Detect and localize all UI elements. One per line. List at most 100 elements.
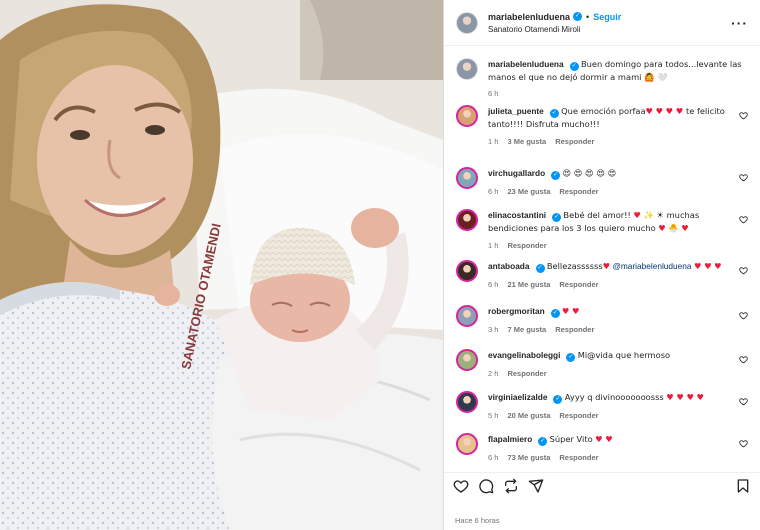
post-location[interactable]: Sanatorio Otamendi Miroli: [488, 25, 731, 34]
commenter-avatar[interactable]: [456, 105, 478, 127]
comment-meta: 5 h 20 Me gusta Responder: [488, 410, 730, 422]
comments-list[interactable]: mariabelenluduena ✓ Buen domingo para tod…: [444, 47, 760, 472]
comment-time: 6 h: [488, 453, 499, 462]
verified-badge-icon: ✓: [573, 12, 583, 21]
commenter-username[interactable]: elinacostantini: [488, 210, 546, 220]
comment-likes[interactable]: 21 Me gusta: [507, 279, 550, 291]
comment-likes[interactable]: 3 Me gusta: [507, 136, 546, 148]
posted-time: Hace 6 horas: [455, 516, 500, 525]
verified-badge-icon: ✓: [551, 171, 561, 180]
comment-time: 5 h: [488, 411, 499, 420]
commenter-username[interactable]: virchugallardo: [488, 168, 545, 178]
comment-time: 3 h: [488, 325, 499, 334]
comment-meta: 6 h 21 Me gusta Responder: [488, 279, 730, 291]
comment-meta: 1 h 3 Me gusta Responder: [488, 136, 730, 148]
reply-button[interactable]: Responder: [555, 136, 594, 148]
comment-item: virchugallardo ✓ 😍 😍 😍 😍 😍 6 h 23 Me gusta R…: [456, 167, 748, 198]
post-panel: mariabelenluduena ✓ • Seguir Sanatorio O…: [443, 0, 760, 530]
commenter-username[interactable]: evangelinaboleggi: [488, 350, 560, 360]
author-username[interactable]: mariabelenluduena: [488, 12, 570, 22]
comment-time: 1 h: [488, 241, 499, 250]
comment-text: 😍 😍 😍 😍 😍: [562, 168, 617, 178]
comment-text: Ayyy q divinooooooosss ♥ ♥ ♥ ♥: [564, 392, 705, 402]
comment-like-heart-icon[interactable]: [739, 266, 748, 275]
commenter-avatar[interactable]: [456, 391, 478, 413]
comment-like-heart-icon[interactable]: [739, 311, 748, 320]
reply-button[interactable]: Responder: [559, 452, 598, 464]
comment-time: 6 h: [488, 280, 499, 289]
commenter-avatar[interactable]: [456, 167, 478, 189]
commenter-username[interactable]: flapalmiero: [488, 434, 532, 444]
comment-item: virginiaelizalde ✓ Ayyy q divinooooooosss…: [456, 391, 748, 422]
share-send-icon[interactable]: [528, 478, 544, 494]
commenter-avatar[interactable]: [456, 305, 478, 327]
post-photo-illustration: SANATORIO OTAMENDI: [0, 0, 443, 530]
comment-text: Súper Vito ♥ ♥: [549, 434, 613, 444]
comment-like-heart-icon[interactable]: [739, 397, 748, 406]
reply-button[interactable]: Responder: [559, 279, 598, 291]
verified-badge-icon: ✓: [553, 395, 563, 404]
commenter-username[interactable]: virginiaelizalde: [488, 392, 547, 402]
comment-meta: 6 h 23 Me gusta Responder: [488, 186, 730, 198]
commenter-avatar[interactable]: [456, 209, 478, 231]
commenter-avatar[interactable]: [456, 349, 478, 371]
comment-text: Bellezassssss♥: [546, 261, 611, 271]
comment-item: flapalmiero ✓ Súper Vito ♥ ♥ 6 h 73 Me gust…: [456, 433, 748, 464]
comment-meta: 6 h 73 Me gusta Responder: [488, 452, 730, 464]
verified-badge-icon: ✓: [569, 62, 579, 71]
comment-like-heart-icon[interactable]: [739, 355, 748, 364]
verified-badge-icon: ✓: [549, 109, 559, 118]
comment-likes[interactable]: 23 Me gusta: [507, 186, 550, 198]
comment-like-heart-icon[interactable]: [739, 439, 748, 448]
post-header: mariabelenluduena ✓ • Seguir Sanatorio O…: [444, 0, 760, 46]
verified-badge-icon: ✓: [552, 213, 562, 222]
comment-meta: 2 h Responder: [488, 368, 730, 380]
like-heart-icon[interactable]: [453, 478, 469, 494]
comment-item: robergmoritan ✓ ♥ ♥ 3 h 7 Me gusta Responder: [456, 305, 748, 336]
verified-badge-icon: ✓: [535, 264, 545, 273]
follow-button[interactable]: Seguir: [593, 12, 621, 22]
commenter-username[interactable]: julieta_puente: [488, 106, 544, 116]
comment-like-heart-icon[interactable]: [739, 215, 748, 224]
post-actions-bar: [444, 472, 760, 498]
commenter-username[interactable]: robergmoritan: [488, 306, 545, 316]
comment-time: 2 h: [488, 369, 499, 378]
comment-time: 6 h: [488, 187, 499, 196]
reply-button[interactable]: Responder: [507, 240, 546, 252]
comment-item: evangelinaboleggi ✓ Mi@vida que hermoso 2 …: [456, 349, 748, 380]
verified-badge-icon: ✓: [538, 437, 548, 446]
commenter-username[interactable]: antaboada: [488, 261, 530, 271]
caption-username[interactable]: mariabelenluduena: [488, 59, 564, 69]
author-avatar[interactable]: [456, 11, 478, 34]
reply-button[interactable]: Responder: [507, 368, 546, 380]
comment-like-heart-icon[interactable]: [739, 111, 748, 120]
verified-badge-icon: ✓: [566, 353, 576, 362]
caption-author-avatar[interactable]: [456, 58, 478, 80]
comment-likes[interactable]: 20 Me gusta: [507, 410, 550, 422]
more-options-icon[interactable]: ···: [731, 15, 748, 31]
commenter-avatar[interactable]: [456, 433, 478, 455]
comment-likes[interactable]: 7 Me gusta: [507, 324, 546, 336]
comment-item: elinacostantini ✓ Bebé del amor!! ♥ ✨ ☀ m…: [456, 209, 748, 252]
reply-button[interactable]: Responder: [559, 186, 598, 198]
comment-time: 1 h: [488, 137, 499, 146]
comment-item: antaboada ✓ Bellezassssss♥ @mariabelenlud…: [456, 260, 748, 291]
comment-text-after: ♥ ♥ ♥: [694, 261, 722, 271]
save-bookmark-icon[interactable]: [735, 478, 751, 494]
commenter-avatar[interactable]: [456, 260, 478, 282]
post-caption: mariabelenluduena ✓ Buen domingo para tod…: [456, 47, 748, 100]
reply-button[interactable]: Responder: [559, 410, 598, 422]
comment-likes[interactable]: 73 Me gusta: [507, 452, 550, 464]
comment-mention[interactable]: @mariabelenluduena: [612, 261, 691, 271]
separator-dot: •: [586, 11, 590, 22]
post-photo[interactable]: SANATORIO OTAMENDI: [0, 0, 443, 530]
comment-like-heart-icon[interactable]: [739, 173, 748, 182]
repost-icon[interactable]: [503, 478, 519, 494]
caption-time: 6 h: [488, 89, 499, 98]
comment-meta: 3 h 7 Me gusta Responder: [488, 324, 730, 336]
verified-badge-icon: ✓: [550, 309, 560, 318]
comment-item: julieta_puente ✓ Que emoción porfaa♥ ♥ ♥ …: [456, 105, 748, 148]
reply-button[interactable]: Responder: [555, 324, 594, 336]
comment-text: ♥ ♥: [562, 306, 580, 316]
comment-bubble-icon[interactable]: [478, 478, 494, 494]
